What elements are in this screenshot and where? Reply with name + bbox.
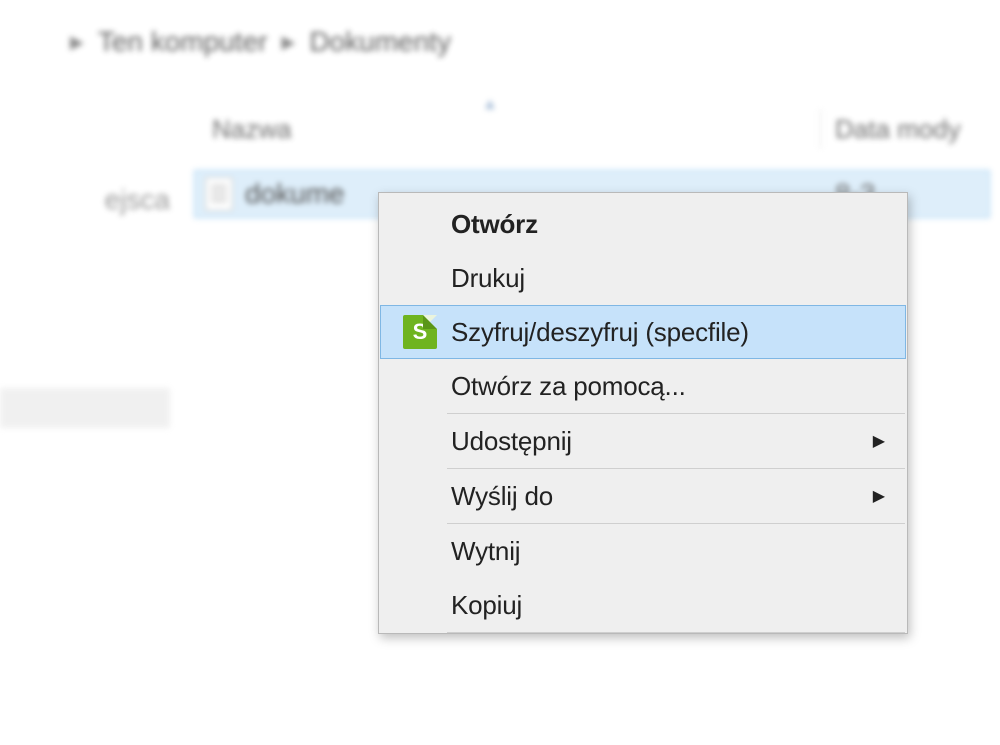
sidebar-placeholder — [0, 388, 170, 428]
menu-label: Drukuj — [447, 263, 905, 294]
specfile-icon: S — [403, 315, 437, 349]
document-file-icon — [205, 177, 233, 211]
menu-label: Otwórz — [447, 209, 905, 240]
breadcrumb-item-documents[interactable]: Dokumenty — [309, 26, 451, 58]
menu-label: Wyślij do — [447, 481, 905, 512]
column-headers: ▲ Nazwa Data mody — [212, 104, 1000, 154]
menu-item-cut[interactable]: Wytnij — [381, 524, 905, 578]
submenu-arrow-icon: ▶ — [873, 486, 885, 506]
menu-item-share[interactable]: Udostępnij ▶ — [381, 414, 905, 468]
menu-separator — [447, 632, 905, 633]
menu-item-specfile-encrypt[interactable]: S Szyfruj/deszyfruj (specfile) — [380, 305, 906, 359]
menu-label: Kopiuj — [447, 590, 905, 621]
sort-ascending-icon: ▲ — [482, 96, 498, 114]
submenu-arrow-icon: ▶ — [873, 431, 885, 451]
breadcrumb-item-computer[interactable]: Ten komputer — [98, 26, 268, 58]
column-divider — [820, 109, 821, 149]
menu-label: Otwórz za pomocą... — [447, 371, 905, 402]
column-header-date[interactable]: Data mody — [835, 114, 961, 145]
menu-label: Szyfruj/deszyfruj (specfile) — [447, 317, 905, 348]
chevron-right-icon: ▶ — [281, 32, 295, 53]
chevron-right-icon: ▶ — [70, 32, 84, 53]
menu-item-print[interactable]: Drukuj — [381, 251, 905, 305]
menu-item-open-with[interactable]: Otwórz za pomocą... — [381, 359, 905, 413]
menu-item-copy[interactable]: Kopiuj — [381, 578, 905, 632]
context-menu: Otwórz Drukuj S Szyfruj/deszyfruj (specf… — [378, 192, 908, 634]
sidebar-item-places[interactable]: ejsca — [0, 176, 170, 224]
breadcrumb[interactable]: ▶ Ten komputer ▶ Dokumenty — [70, 26, 451, 58]
menu-label: Udostępnij — [447, 426, 905, 457]
menu-item-send-to[interactable]: Wyślij do ▶ — [381, 469, 905, 523]
menu-label: Wytnij — [447, 536, 905, 567]
column-header-name[interactable]: Nazwa — [212, 114, 291, 144]
menu-item-open[interactable]: Otwórz — [381, 197, 905, 251]
